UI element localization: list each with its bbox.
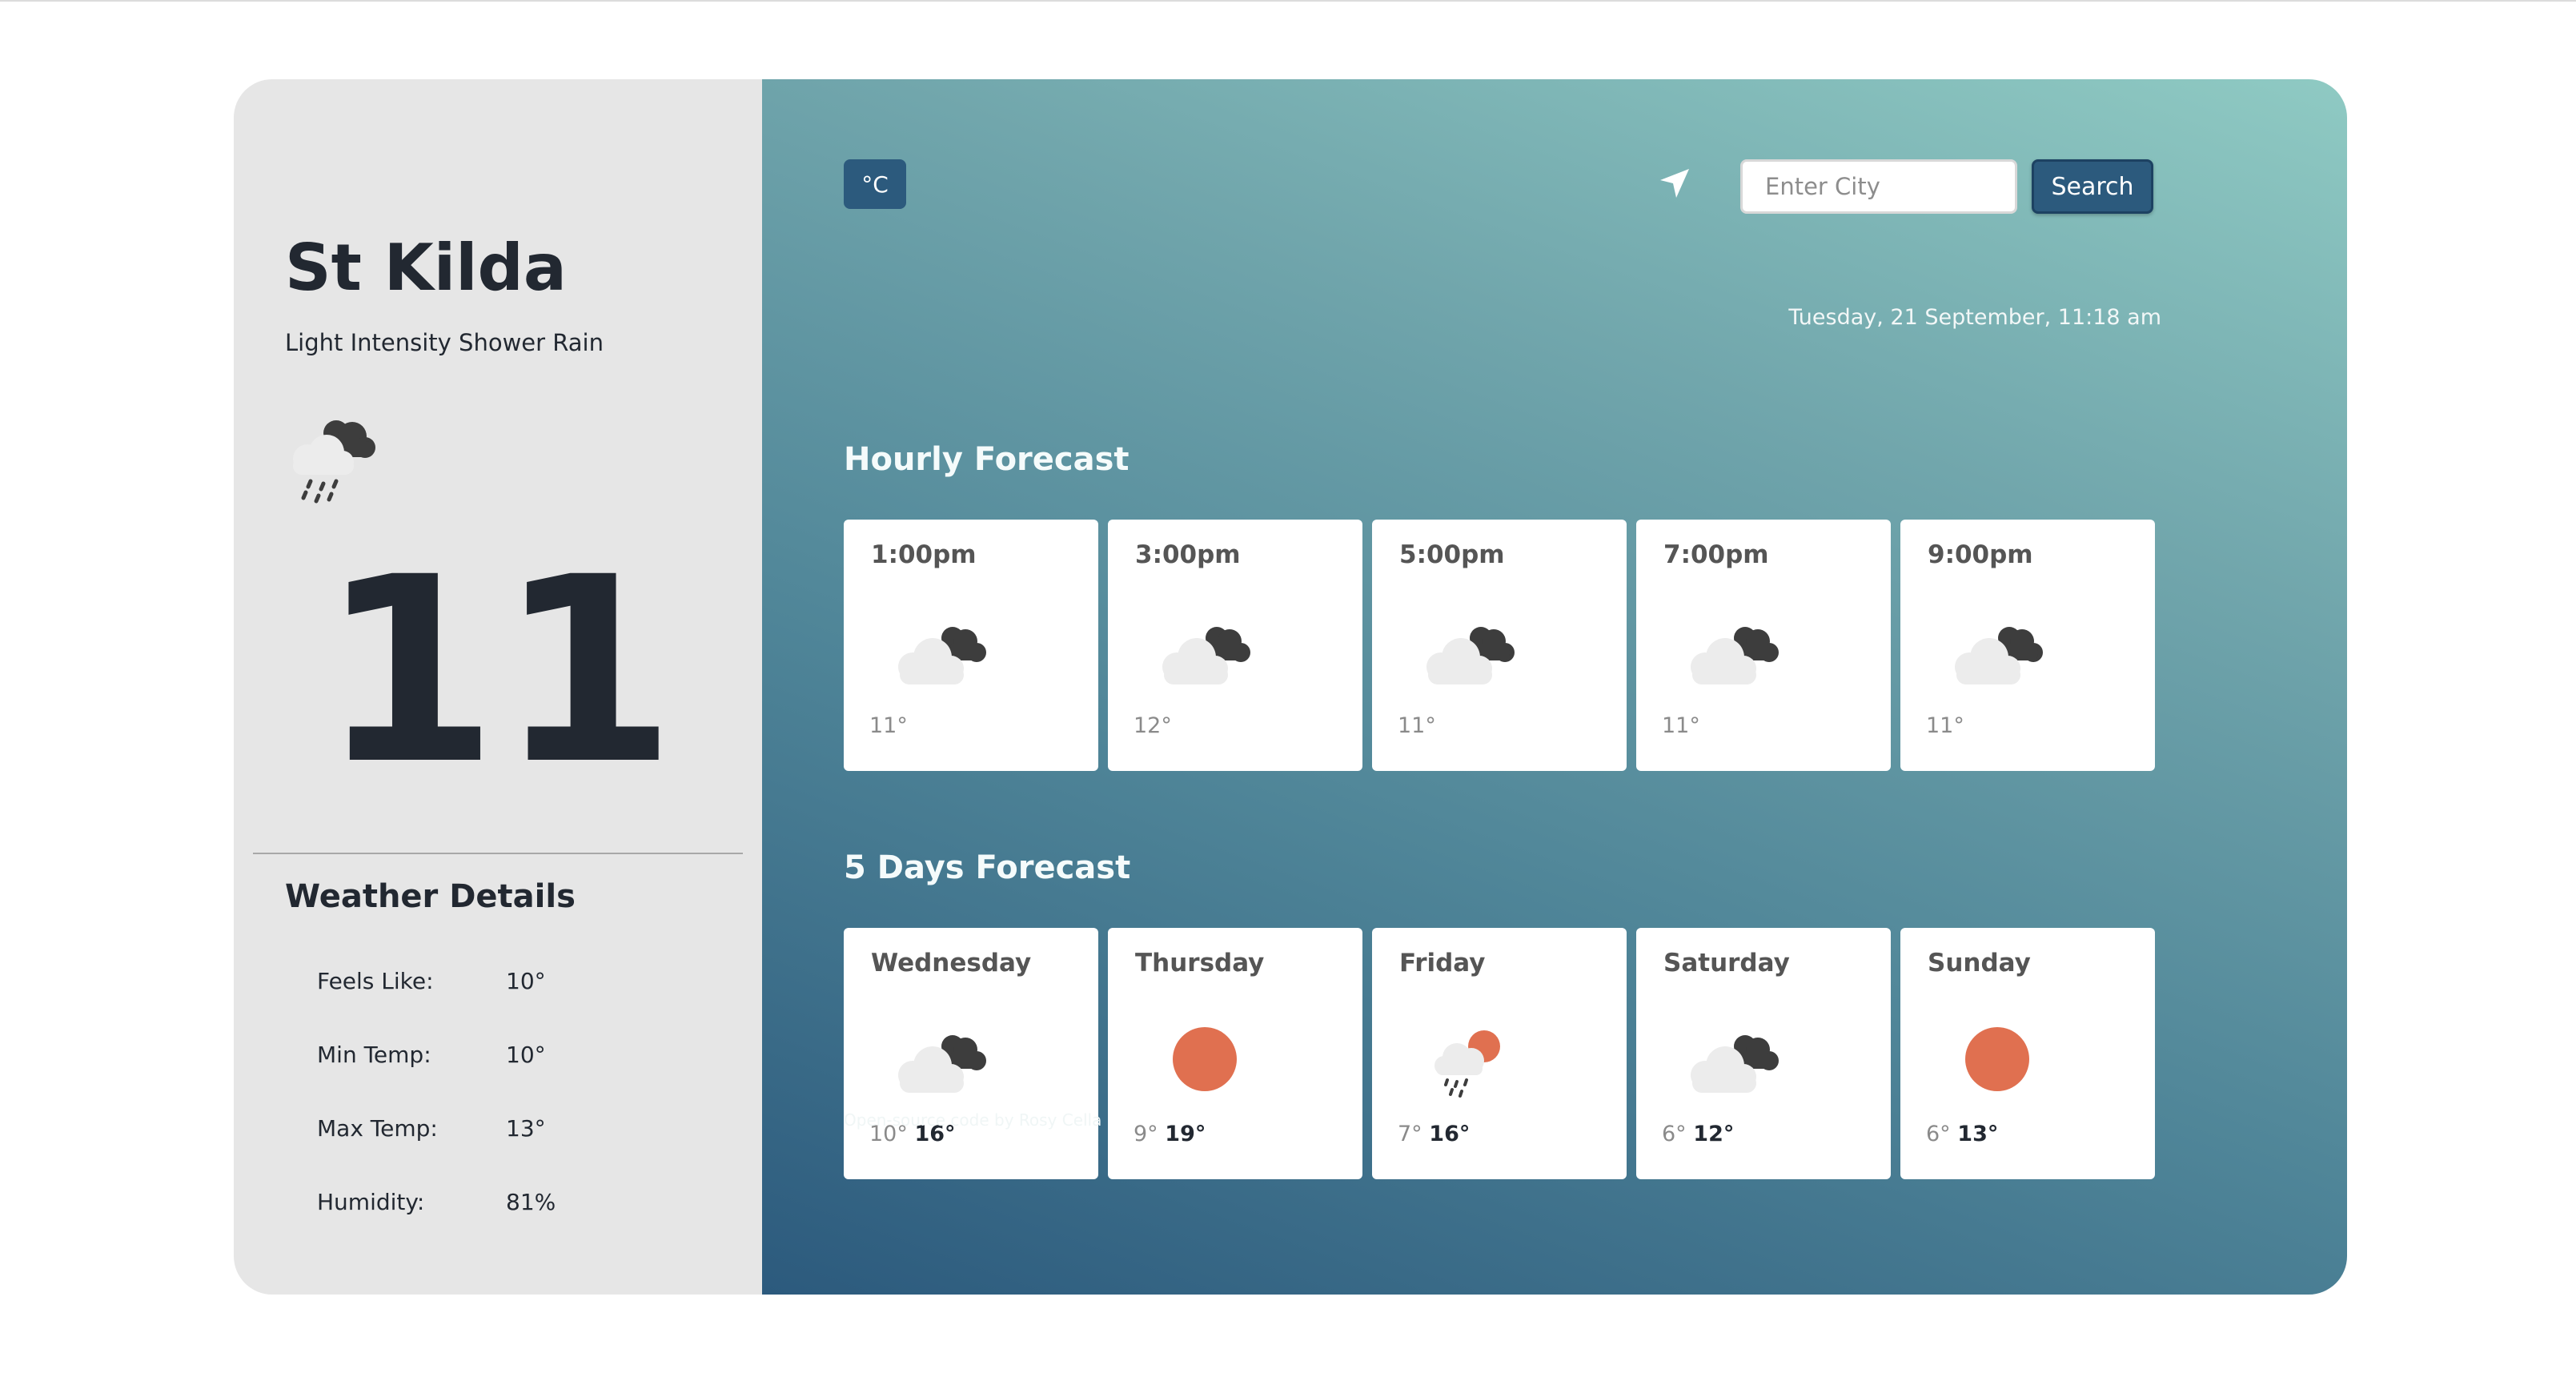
detail-value: 10° [506, 968, 546, 994]
daily-day: Sunday [1928, 949, 2031, 978]
daily-min-temp: 6° [1662, 1122, 1687, 1146]
hourly-time: 7:00pm [1663, 540, 1769, 569]
daily-max-temp: 16° [1429, 1122, 1471, 1146]
daily-forecast-title: 5 Days Forecast [844, 849, 1131, 886]
daily-card: Wednesday 10° 16° [844, 928, 1098, 1179]
daily-day: Friday [1399, 949, 1486, 978]
current-temperature: 11 [319, 523, 676, 821]
detail-value: 13° [506, 1115, 546, 1142]
detail-row-max-temp: Max Temp: 13° [317, 1115, 546, 1142]
shower-rain-icon [279, 409, 383, 513]
weather-details-title: Weather Details [285, 878, 576, 915]
hourly-forecast-title: Hourly Forecast [844, 441, 1130, 478]
current-weather-panel: St Kilda Light Intensity Shower Rain 11 … [234, 79, 762, 1295]
hourly-time: 9:00pm [1928, 540, 2033, 569]
hourly-temp: 11° [1398, 713, 1436, 738]
current-datetime: Tuesday, 21 September, 11:18 am [1788, 305, 2161, 330]
detail-label: Feels Like: [317, 968, 434, 994]
hourly-temp: 11° [1662, 713, 1700, 738]
detail-row-humidity: Humidity: 81% [317, 1189, 556, 1215]
daily-temp-range: 9° 19° [1134, 1122, 1206, 1146]
hourly-time: 5:00pm [1399, 540, 1505, 569]
daily-day: Thursday [1135, 949, 1265, 978]
weather-app: St Kilda Light Intensity Shower Rain 11 … [234, 79, 2347, 1295]
daily-min-temp: 7° [1398, 1122, 1422, 1146]
unit-toggle-button[interactable]: °C [844, 159, 906, 209]
daily-day: Saturday [1663, 949, 1790, 978]
hourly-temp: 11° [869, 713, 908, 738]
daily-min-temp: 9° [1134, 1122, 1158, 1146]
city-name: St Kilda [285, 231, 567, 305]
daily-temp-range: 6° 13° [1926, 1122, 1998, 1146]
city-search-input[interactable] [1740, 159, 2017, 214]
hourly-forecast-list: 1:00pm 11° 3:00pm 12° 5:00pm 11° 7:00pm … [844, 520, 2155, 771]
location-arrow-icon[interactable] [1657, 166, 1692, 201]
detail-label: Max Temp: [317, 1115, 438, 1142]
daily-card: Sunday 6° 13° [1900, 928, 2155, 1179]
hourly-card: 7:00pm 11° [1636, 520, 1891, 771]
hourly-card: 3:00pm 12° [1108, 520, 1362, 771]
detail-label: Min Temp: [317, 1042, 431, 1068]
detail-value: 81% [506, 1189, 556, 1215]
detail-value: 10° [506, 1042, 546, 1068]
search-button[interactable]: Search [2032, 159, 2153, 214]
footer-credit-link[interactable]: Open-source code by Rosy Cella [844, 1110, 1101, 1130]
hourly-card: 1:00pm 11° [844, 520, 1098, 771]
daily-max-temp: 12° [1693, 1122, 1735, 1146]
daily-temp-range: 6° 12° [1662, 1122, 1734, 1146]
broken-clouds-icon [1681, 611, 1785, 691]
hourly-time: 3:00pm [1135, 540, 1241, 569]
broken-clouds-icon [889, 1019, 993, 1099]
daily-max-temp: 13° [1957, 1122, 1999, 1146]
daily-card: Saturday 6° 12° [1636, 928, 1891, 1179]
detail-row-feels-like: Feels Like: 10° [317, 968, 546, 994]
forecast-panel: °C Search Tuesday, 21 September, 11:18 a… [762, 79, 2347, 1295]
daily-card: Friday 7° 16° [1372, 928, 1627, 1179]
daily-min-temp: 6° [1926, 1122, 1951, 1146]
clear-sun-icon [1945, 1019, 2049, 1099]
broken-clouds-icon [1153, 611, 1257, 691]
sun-rain-icon [1417, 1019, 1521, 1099]
broken-clouds-icon [1681, 1019, 1785, 1099]
broken-clouds-icon [1417, 611, 1521, 691]
hourly-card: 9:00pm 11° [1900, 520, 2155, 771]
hourly-time: 1:00pm [871, 540, 977, 569]
divider [253, 853, 743, 854]
daily-day: Wednesday [871, 949, 1032, 978]
broken-clouds-icon [889, 611, 993, 691]
top-border [0, 0, 2576, 2]
hourly-temp: 12° [1134, 713, 1172, 738]
daily-temp-range: 7° 16° [1398, 1122, 1470, 1146]
clear-sun-icon [1153, 1019, 1257, 1099]
detail-label: Humidity: [317, 1189, 425, 1215]
broken-clouds-icon [1945, 611, 2049, 691]
detail-row-min-temp: Min Temp: 10° [317, 1042, 546, 1068]
hourly-card: 5:00pm 11° [1372, 520, 1627, 771]
weather-description: Light Intensity Shower Rain [285, 329, 604, 356]
daily-forecast-list: Wednesday 10° 16° Thursday 9° 19° Friday [844, 928, 2155, 1179]
hourly-temp: 11° [1926, 713, 1964, 738]
daily-max-temp: 19° [1165, 1122, 1206, 1146]
daily-card: Thursday 9° 19° [1108, 928, 1362, 1179]
